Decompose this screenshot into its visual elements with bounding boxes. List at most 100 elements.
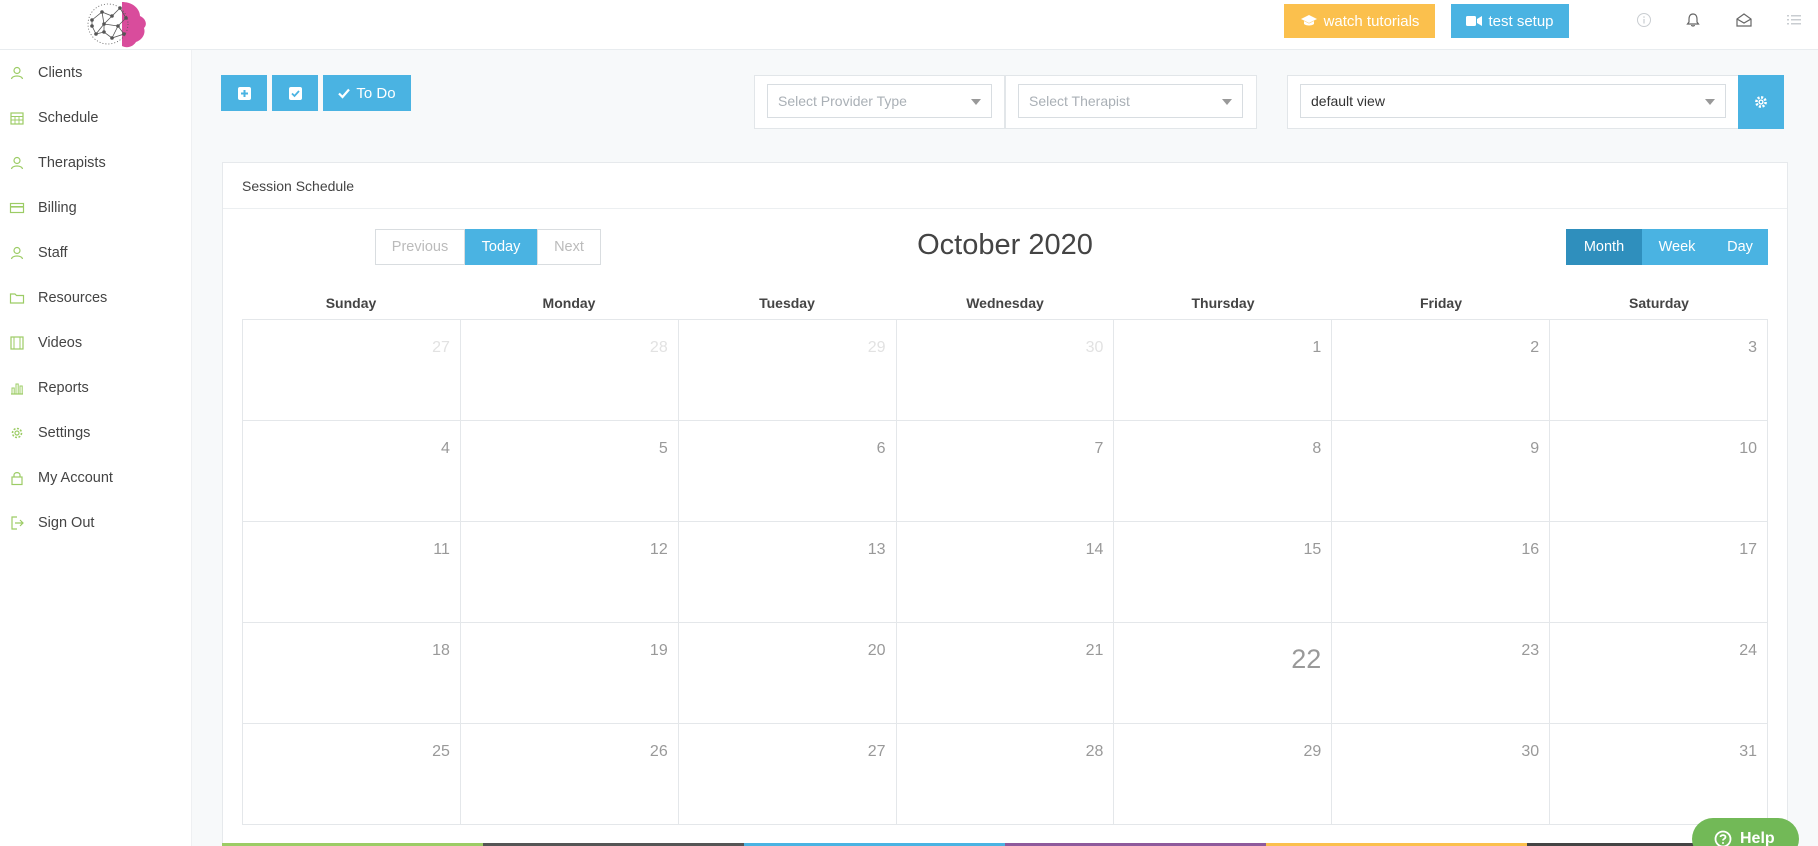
info-icon[interactable] — [1634, 10, 1654, 30]
test-setup-button[interactable]: test setup — [1451, 4, 1569, 38]
week-row: 25 26 27 28 29 30 31 — [243, 724, 1769, 825]
day-cell[interactable]: 25 — [243, 724, 461, 825]
help-label: Help — [1740, 830, 1775, 846]
sidebar-item-reports[interactable]: Reports — [0, 373, 192, 403]
todo-button[interactable]: To Do — [323, 75, 411, 111]
day-cell[interactable]: 7 — [896, 421, 1115, 522]
day-cell[interactable]: 24 — [1550, 623, 1769, 724]
day-cell[interactable]: 11 — [243, 522, 461, 623]
day-number: 28 — [649, 339, 668, 356]
day-cell[interactable]: 16 — [1332, 522, 1551, 623]
help-button[interactable]: Help — [1692, 818, 1799, 846]
sidebar-item-label: My Account — [38, 470, 113, 486]
day-number: 8 — [1312, 440, 1322, 457]
view-settings-button[interactable] — [1738, 75, 1784, 129]
day-number: 29 — [867, 339, 886, 356]
day-cell[interactable]: 20 — [678, 623, 897, 724]
day-cell[interactable]: 19 — [460, 623, 679, 724]
previous-button[interactable]: Previous — [375, 229, 465, 265]
day-number: 24 — [1739, 642, 1758, 659]
day-cell[interactable]: 10 — [1550, 421, 1769, 522]
sidebar-item-sign-out[interactable]: Sign Out — [0, 508, 192, 538]
sidebar-item-videos[interactable]: Videos — [0, 328, 192, 358]
day-cell[interactable]: 14 — [896, 522, 1115, 623]
day-cell[interactable]: 6 — [678, 421, 897, 522]
day-cell[interactable]: 12 — [460, 522, 679, 623]
video-camera-icon — [1466, 16, 1483, 26]
therapist-select[interactable]: Select Therapist — [1018, 84, 1243, 118]
day-number: 30 — [1085, 339, 1104, 356]
day-cell[interactable]: 26 — [460, 724, 679, 825]
sidebar-item-resources[interactable]: Resources — [0, 283, 192, 313]
add-session-button[interactable] — [221, 75, 267, 111]
watch-tutorials-button[interactable]: watch tutorials — [1284, 4, 1435, 38]
day-number: 5 — [658, 440, 668, 457]
day-number: 20 — [867, 642, 886, 659]
day-cell[interactable]: 18 — [243, 623, 461, 724]
day-cell[interactable]: 15 — [1114, 522, 1333, 623]
credit-card-icon — [9, 202, 25, 214]
day-cell[interactable]: 29 — [1114, 724, 1333, 825]
view-select[interactable]: default view — [1300, 84, 1726, 118]
sidebar-item-settings[interactable]: Settings — [0, 418, 192, 448]
check-square-button[interactable] — [272, 75, 318, 111]
day-cell[interactable]: 8 — [1114, 421, 1333, 522]
top-bar: watch tutorials test setup — [0, 0, 1818, 50]
day-number: 19 — [649, 642, 668, 659]
day-cell[interactable]: 9 — [1332, 421, 1551, 522]
day-number: 22 — [1291, 644, 1322, 674]
list-menu-icon[interactable] — [1784, 10, 1804, 30]
day-cell[interactable]: 1 — [1114, 320, 1333, 421]
day-cell[interactable]: 30 — [1332, 724, 1551, 825]
sidebar-item-label: Billing — [38, 200, 77, 216]
today-button[interactable]: Today — [465, 229, 537, 265]
sidebar-item-my-account[interactable]: My Account — [0, 463, 192, 493]
sidebar-item-schedule[interactable]: Schedule — [0, 103, 192, 133]
day-cell[interactable]: 28 — [460, 320, 679, 421]
day-cell[interactable]: 28 — [896, 724, 1115, 825]
month-view-button[interactable]: Month — [1566, 229, 1642, 265]
calendar-icon — [10, 112, 24, 125]
week-row: 27 28 29 30 1 2 3 — [243, 320, 1769, 421]
day-cell[interactable]: 4 — [243, 421, 461, 522]
sidebar-item-label: Reports — [38, 380, 89, 396]
day-cell[interactable]: 2 — [1332, 320, 1551, 421]
chevron-down-icon — [971, 99, 981, 105]
lock-icon — [11, 472, 23, 486]
day-cell[interactable]: 17 — [1550, 522, 1769, 623]
day-cell[interactable]: 23 — [1332, 623, 1551, 724]
weekday-header: Tuesday — [759, 295, 815, 311]
graduation-cap-icon — [1300, 15, 1317, 26]
folder-icon — [9, 293, 25, 304]
view-switcher: Month Week Day — [1566, 229, 1768, 265]
day-number: 12 — [649, 541, 668, 558]
day-cell[interactable]: 3 — [1550, 320, 1769, 421]
day-number: 16 — [1521, 541, 1540, 558]
day-number: 23 — [1521, 642, 1540, 659]
bell-icon[interactable] — [1683, 10, 1703, 30]
day-cell[interactable]: 27 — [678, 724, 897, 825]
day-number: 3 — [1748, 339, 1758, 356]
day-cell[interactable]: 22 — [1114, 623, 1333, 724]
week-row: 11 12 13 14 15 16 17 — [243, 522, 1769, 623]
sidebar-item-staff[interactable]: Staff — [0, 238, 192, 268]
day-cell[interactable]: 29 — [678, 320, 897, 421]
inbox-icon[interactable] — [1734, 10, 1754, 30]
todo-label: To Do — [356, 84, 396, 102]
day-cell[interactable]: 31 — [1550, 724, 1769, 825]
brain-logo-icon[interactable] — [82, 0, 150, 48]
day-cell[interactable]: 5 — [460, 421, 679, 522]
day-cell[interactable]: 30 — [896, 320, 1115, 421]
sidebar-item-billing[interactable]: Billing — [0, 193, 192, 223]
week-view-button[interactable]: Week — [1642, 229, 1712, 265]
sidebar-item-label: Clients — [38, 65, 83, 81]
next-button[interactable]: Next — [537, 229, 601, 265]
sidebar-item-clients[interactable]: Clients — [0, 58, 192, 88]
day-cell[interactable]: 13 — [678, 522, 897, 623]
provider-type-select[interactable]: Select Provider Type — [767, 84, 992, 118]
day-cell[interactable]: 27 — [243, 320, 461, 421]
day-cell[interactable]: 21 — [896, 623, 1115, 724]
sidebar-item-therapists[interactable]: Therapists — [0, 148, 192, 178]
sidebar-item-label: Sign Out — [38, 515, 95, 531]
day-view-button[interactable]: Day — [1712, 229, 1768, 265]
